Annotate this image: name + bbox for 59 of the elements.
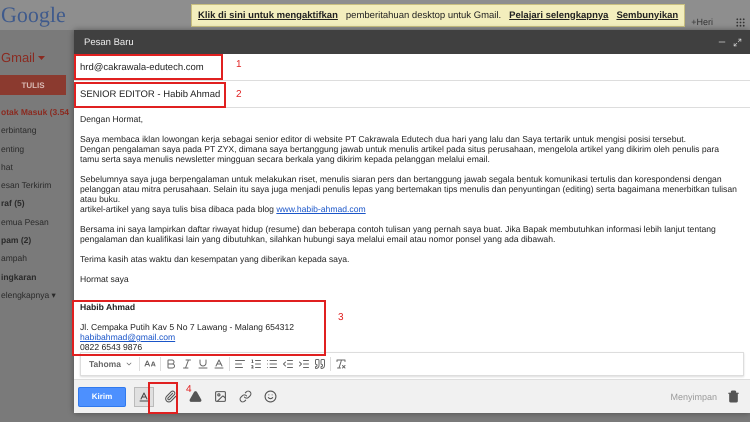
folder-item[interactable]: enting [1, 140, 24, 158]
underline-icon[interactable] [196, 358, 209, 370]
bold-icon[interactable] [164, 358, 177, 370]
indent-less-icon[interactable] [282, 358, 294, 370]
signature-name: Habib Ahmad [80, 302, 136, 312]
clear-formatting-icon[interactable] [334, 358, 347, 370]
apps-grid-icon[interactable] [735, 16, 746, 28]
folder-item[interactable]: ingkaran [1, 268, 36, 286]
body-paragraph: Hormat saya [80, 274, 130, 284]
trash-icon[interactable] [725, 388, 742, 405]
annotation-number: 4 [186, 384, 192, 395]
email-link[interactable]: habibahmad@gmail.com [80, 332, 176, 342]
formatting-toggle[interactable] [134, 386, 154, 406]
paperclip-icon[interactable] [162, 388, 179, 405]
expand-icon[interactable] [733, 38, 742, 46]
folder-item[interactable]: elengkapnya ▾ [1, 286, 57, 304]
compose-button[interactable]: TULIS [0, 75, 66, 95]
folder-item[interactable]: esan Terkirim [1, 176, 52, 194]
quote-icon[interactable] [314, 358, 326, 370]
notification-link[interactable]: Pelajari selengkapnya [509, 10, 608, 20]
signature-phone: 0822 6543 9876 [80, 342, 142, 352]
emoji-icon[interactable] [262, 388, 279, 405]
send-button[interactable]: Kirim [78, 386, 126, 406]
blog-link[interactable]: www.habib-ahmad.com [276, 204, 366, 214]
body-paragraph: Terima kasih atas waktu dan kesempatan yang diberikan kepada saya. [80, 254, 350, 264]
text-format-icon [138, 391, 150, 404]
google-logo: Google [1, 2, 67, 28]
numbered-list-icon[interactable] [250, 358, 262, 370]
folder-item[interactable]: otak Masuk (3.54 [1, 103, 70, 122]
body-paragraph: Bersama ini saya lampirkan daftar riwayat hidup (resume) dan beberapa contoh tulisan yang pernah saya buat. Jika Bapak membutuhkan informasi lebih lanjut tentang pengalaman dan kualifikasi lain yang dibutuhkan, silahkan hubungi saya melalui email atau nomor ponsel yang ada dibawah. [80, 224, 717, 244]
folder-item[interactable]: pam (2) [1, 231, 32, 250]
font-dropdown[interactable]: Tahoma [87, 357, 135, 371]
folder-item[interactable]: emua Pesan [1, 212, 49, 232]
folder-item[interactable]: hat [1, 158, 13, 176]
saving-status: Menyimpan [670, 392, 717, 402]
caret-icon [124, 360, 133, 368]
body-paragraph: Sebelumnya saya juga berpengalaman untuk melakukan riset, menulis siaran pers dan bertanggung jawab segala bentuk komunikasi tertulis dan korespondensi dengan pelanggan atau mitra perusahaan. Selain itu saya juga menjadi penulis lepas yang bertemakan tips menulis dan penyuntingan (editing) serta bagaimana menerbitkan tulisan atau buku. artikel-artikel yang saya tulis bisa dibaca pada blog www.habib-ahmad.com [80, 174, 738, 214]
signature-address: Jl. Cempaka Putih Kav 5 No 7 Lawang - Malang 654312 [80, 322, 294, 332]
body-paragraph: Dengan Hormat, [80, 114, 144, 124]
annotation-frame [148, 382, 178, 414]
notification-link[interactable]: Sembunyikan [616, 10, 678, 20]
photo-icon[interactable] [212, 388, 229, 405]
folder-item[interactable]: erbintang [1, 121, 36, 140]
app-switcher[interactable]: Gmail [1, 50, 35, 65]
indent-more-icon[interactable] [298, 358, 310, 370]
link-icon[interactable] [237, 388, 254, 405]
align-icon[interactable] [234, 358, 246, 370]
annotation-number: 2 [236, 89, 242, 100]
annotation-number: 3 [338, 312, 344, 323]
folder-item[interactable]: raf (5) [1, 194, 25, 213]
annotation-number: 1 [236, 59, 242, 70]
enable-notification-link[interactable]: Klik di sini untuk mengaktifkan [198, 10, 338, 20]
user-link[interactable]: +Heri [691, 17, 713, 27]
notification-text: pemberitahuan desktop untuk Gmail. [346, 10, 502, 20]
window-title: Pesan Baru [84, 36, 134, 48]
folder-item[interactable]: ampah [1, 249, 27, 268]
italic-icon[interactable] [180, 358, 193, 370]
body-paragraph: Saya membaca iklan lowongan kerja sebagai senior editor di website PT Cakrawala Edutech dua hari yang lalu dan Saya tertarik untuk mengisi posisi tersebut. Dengan pengalaman saya pada PT ZYX, dimana saya bertanggung jawab untuk menulis artikel pada situs perusahaan, mengelola artikel yang dikirim oleh penulis para tamu serta saya menulis newsletter mingguan secara berkala yang dikirim kepada pelanggan melalui email. [80, 134, 720, 164]
text-color-icon[interactable] [212, 358, 225, 370]
